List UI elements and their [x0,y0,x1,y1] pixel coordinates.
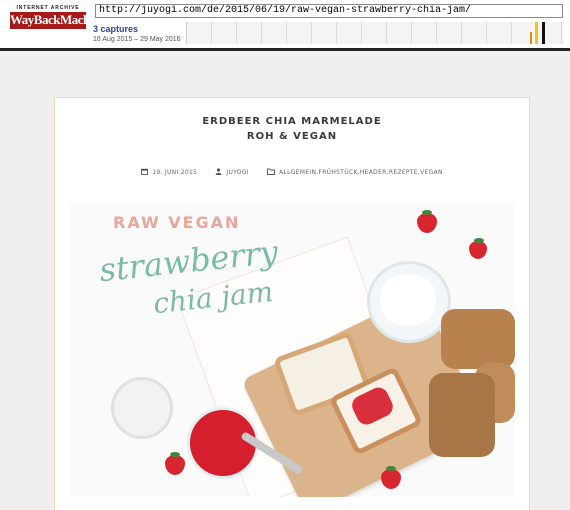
post-categories[interactable]: ALLGEMEIN,FRÜHSTÜCK,HEADER,REZEPTE,VEGAN [267,168,443,176]
strawberry-graphic [417,210,437,233]
photo-overlay-raw-vegan: RAW VEGAN [113,213,241,232]
capture-timeline[interactable] [186,22,564,44]
cream-graphic [380,274,436,326]
bread-roll-graphic [441,309,515,369]
wayback-logo-main: WayBackMachine [10,12,105,29]
post-date-text: 19. JUNI 2015 [152,169,198,176]
timeline-marker-next[interactable] [542,22,545,44]
post-date[interactable]: 19. JUNI 2015 [141,168,197,176]
jar-lid-graphic [111,377,173,439]
strawberry-graphic [165,452,185,475]
wayback-logo-top: INTERNET ARCHIVE [16,5,80,11]
bread-roll-graphic [429,373,495,457]
post-categories-text: ALLGEMEIN,FRÜHSTÜCK,HEADER,REZEPTE,VEGAN [279,169,443,176]
folder-icon [267,168,276,175]
post-card: ERDBEER CHIA MARMELADE ROH & VEGAN 19. J… [54,97,530,510]
post-meta: 19. JUNI 2015 JUYOGI ALLGEMEIN,FRÜHSTÜCK… [55,168,529,176]
cream-bowl-graphic [367,261,451,343]
post-title-line2[interactable]: ROH & VEGAN [55,129,529,144]
jam-spread-graphic [348,384,397,428]
timeline-marker-current[interactable] [535,22,538,44]
captures-link[interactable]: 3 captures [93,24,138,34]
wayback-logo[interactable]: INTERNET ARCHIVE WayBackMachine [10,5,105,29]
wayback-url-input[interactable]: http://juyogi.com/de/2015/06/19/raw-vega… [95,4,563,18]
captures-date-range: 16 Aug 2015 – 29 May 2016 [93,36,181,43]
wayback-toolbar: INTERNET ARCHIVE WayBackMachine http://j… [0,0,570,51]
user-icon [216,168,222,175]
strawberry-graphic [381,466,401,489]
calendar-icon [141,168,149,175]
post-title-line1[interactable]: ERDBEER CHIA MARMELADE [55,114,529,129]
post-author-text: JUYOGI [226,169,249,176]
strawberry-graphic [469,238,487,259]
post-title[interactable]: ERDBEER CHIA MARMELADE ROH & VEGAN [55,114,529,144]
timeline-marker-capture[interactable] [530,32,532,44]
featured-image[interactable]: RAW VEGAN strawberry chia jam [69,201,515,497]
post-author[interactable]: JUYOGI [215,168,249,176]
